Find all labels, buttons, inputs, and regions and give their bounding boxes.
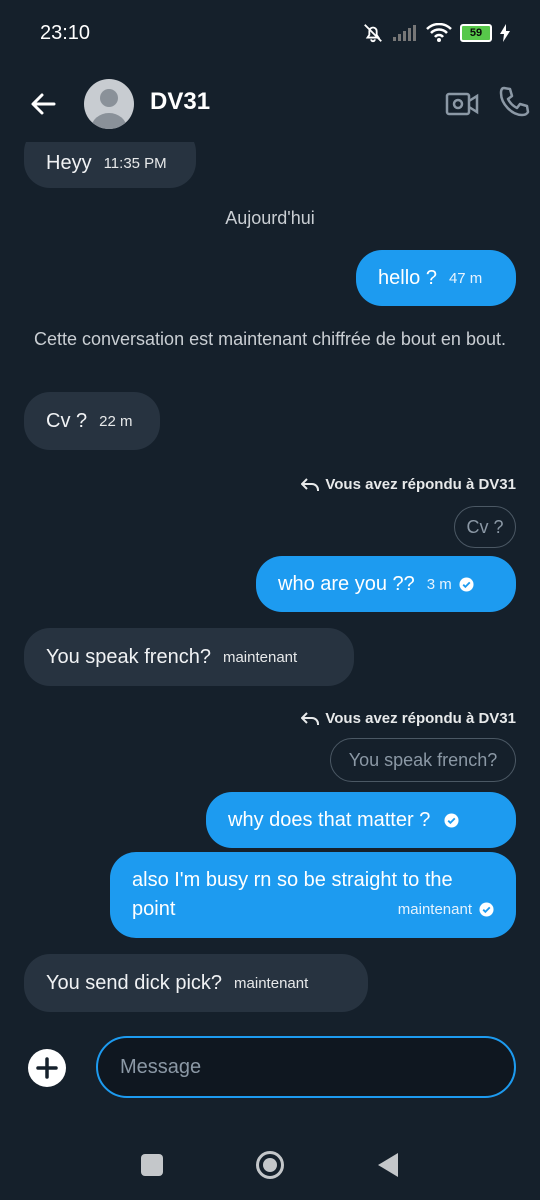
recent-apps-icon[interactable] xyxy=(141,1154,163,1176)
quoted-message[interactable]: You speak french? xyxy=(330,738,516,782)
default-avatar-icon xyxy=(91,89,127,129)
charging-icon xyxy=(500,24,510,42)
reply-note-text: Vous avez répondu à DV31 xyxy=(325,476,516,493)
message-time: 3 m xyxy=(426,575,452,593)
message-time: maintenant xyxy=(222,648,298,666)
message-bubble-incoming[interactable]: You speak french? maintenant xyxy=(24,628,354,686)
message-time: 11:35 PM xyxy=(103,154,167,172)
message-bubble-incoming[interactable]: Cv ? 22 m xyxy=(24,392,160,450)
reply-arrow-icon xyxy=(301,711,320,725)
reply-note-text: Vous avez répondu à DV31 xyxy=(325,710,516,727)
message-list[interactable]: Heyy 11:35 PM Aujourd'hui hello ? 47 m C… xyxy=(0,142,540,1022)
back-triangle-icon[interactable] xyxy=(376,1151,400,1179)
message-text: Cv ? xyxy=(46,409,88,432)
video-camera-icon[interactable] xyxy=(444,88,480,120)
home-icon[interactable] xyxy=(255,1150,285,1180)
message-bubble-incoming[interactable]: Heyy 11:35 PM xyxy=(24,142,196,188)
chat-header: DV31 xyxy=(0,66,540,142)
status-icons: 59 xyxy=(362,22,510,44)
signal-icon xyxy=(393,25,416,41)
message-text: You send dick pick? xyxy=(46,971,223,994)
message-bubble-incoming[interactable]: You send dick pick? maintenant xyxy=(24,954,368,1012)
reply-note: Vous avez répondu à DV31 xyxy=(301,710,516,727)
encryption-notice: Cette conversation est maintenant chiffr… xyxy=(34,329,506,349)
phone-icon[interactable] xyxy=(496,84,532,120)
message-text: You speak french? xyxy=(46,645,211,668)
message-bubble-outgoing[interactable]: hello ? 47 m xyxy=(356,250,516,306)
quoted-message[interactable]: Cv ? xyxy=(454,506,516,548)
plus-circle-icon[interactable] xyxy=(26,1047,68,1089)
contact-name[interactable]: DV31 xyxy=(150,88,210,116)
message-time: 47 m xyxy=(448,269,483,287)
system-nav-bar xyxy=(0,1130,540,1200)
message-text: who are you ?? xyxy=(278,572,415,595)
arrow-left-icon[interactable] xyxy=(24,84,64,124)
message-time: maintenant xyxy=(234,974,309,992)
message-meta: maintenant xyxy=(386,895,494,924)
status-time: 23:10 xyxy=(40,22,91,44)
message-bubble-outgoing[interactable]: why does that matter ? xyxy=(206,792,516,848)
read-check-icon xyxy=(444,812,459,828)
reply-note: Vous avez répondu à DV31 xyxy=(301,476,516,493)
message-text: why does that matter ? xyxy=(228,808,431,831)
message-text: Heyy xyxy=(46,151,92,174)
status-bar: 23:10 59 xyxy=(0,0,540,66)
message-bubble-outgoing[interactable]: who are you ?? 3 m xyxy=(256,556,516,612)
message-composer xyxy=(0,1036,540,1100)
message-bubble-outgoing[interactable]: also I'm busy rn so be straight to the p… xyxy=(110,852,516,938)
avatar[interactable] xyxy=(84,79,134,129)
read-check-icon xyxy=(459,576,474,592)
date-separator: Aujourd'hui xyxy=(225,208,315,228)
reply-arrow-icon xyxy=(301,477,320,491)
message-time: maintenant xyxy=(397,901,472,918)
message-time: 22 m xyxy=(99,412,133,430)
read-check-icon xyxy=(479,902,494,917)
message-text: hello ? xyxy=(378,266,437,289)
battery-icon: 59 xyxy=(460,24,492,42)
wifi-icon xyxy=(426,23,452,42)
message-input[interactable] xyxy=(96,1036,516,1098)
bell-off-icon xyxy=(364,24,382,43)
